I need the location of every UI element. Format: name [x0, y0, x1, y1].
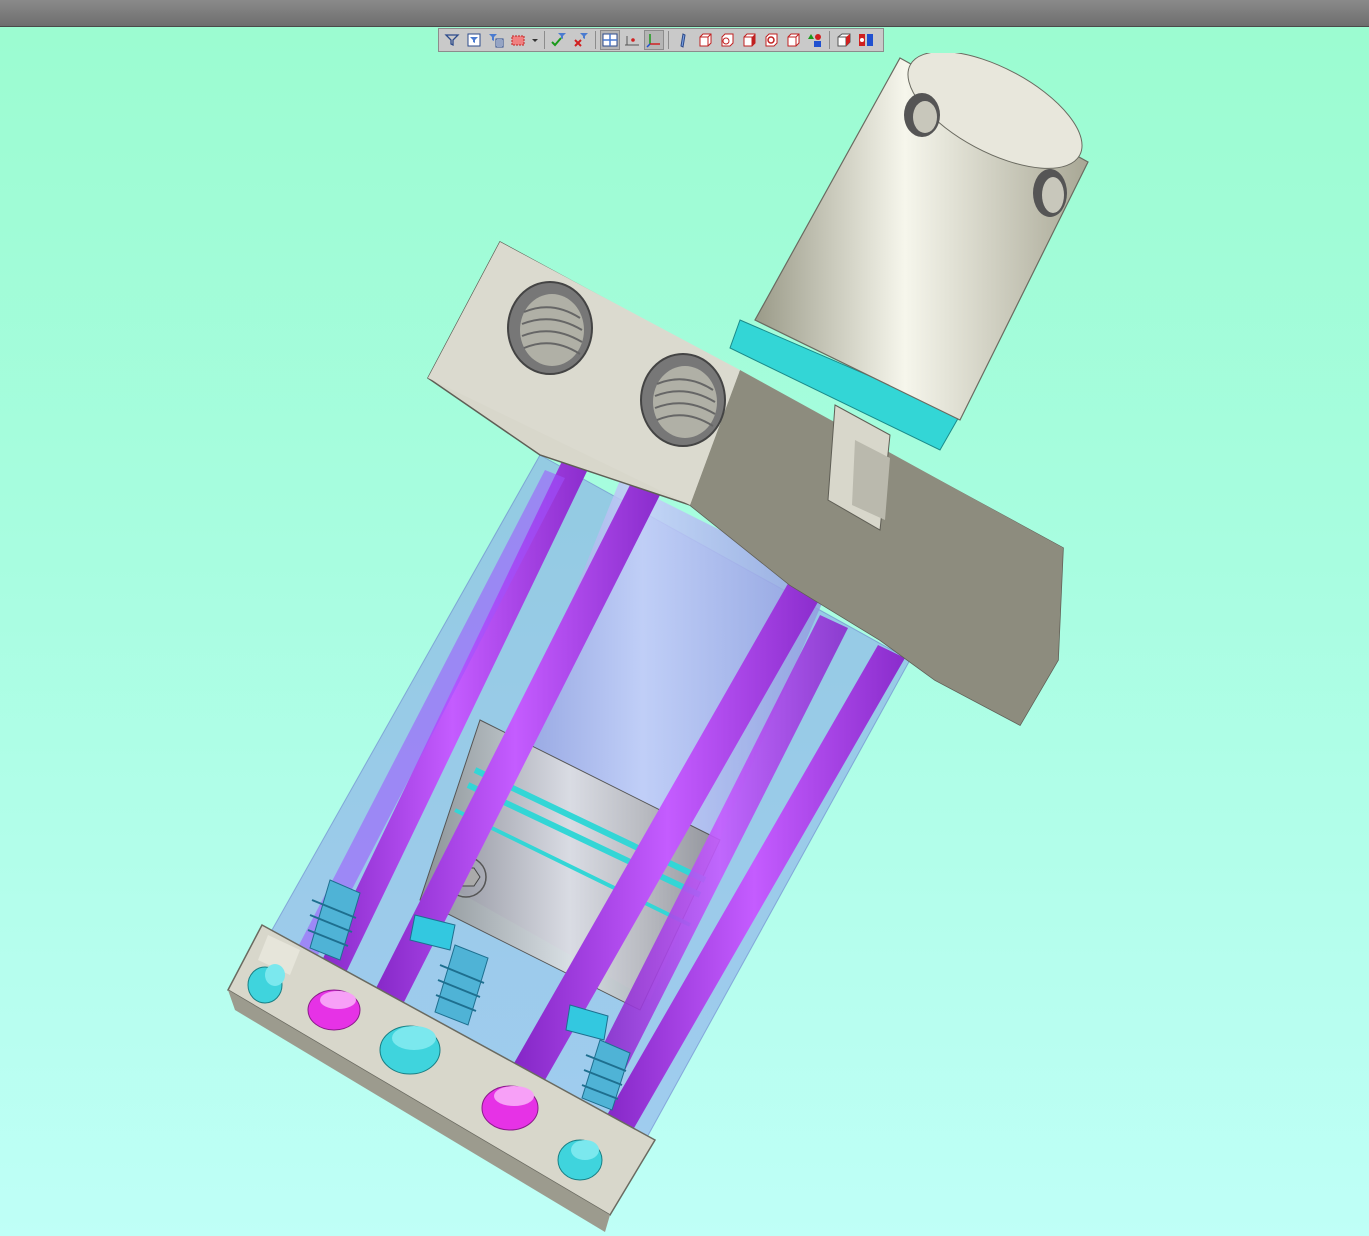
solid-body-icon[interactable] [695, 30, 715, 50]
rod-cross-hole-2[interactable] [1033, 169, 1067, 217]
toolbar-separator [829, 31, 830, 49]
filter-icon[interactable] [442, 30, 462, 50]
appearance-icon[interactable] [834, 30, 854, 50]
point-snap-icon[interactable] [622, 30, 642, 50]
toolbar-separator [544, 31, 545, 49]
selection-filter-toolbar [438, 28, 884, 52]
window-titlebar [0, 0, 1369, 27]
view-layout-icon[interactable] [600, 30, 620, 50]
shaded-cube-icon[interactable] [739, 30, 759, 50]
cap-screw-magenta-2[interactable] [481, 1085, 539, 1131]
cap-screw-magenta-1[interactable] [307, 989, 361, 1031]
selection-box-icon[interactable] [508, 30, 528, 50]
scene-settings-icon[interactable] [856, 30, 876, 50]
surface-body-icon[interactable] [717, 30, 737, 50]
accept-filter-icon[interactable] [549, 30, 569, 50]
cap-screw-cyan-2[interactable] [379, 1025, 441, 1075]
3d-model-viewport[interactable] [0, 53, 1369, 1236]
toolbar-separator [595, 31, 596, 49]
filter-list-icon[interactable] [486, 30, 506, 50]
triad-axes-icon[interactable] [644, 30, 664, 50]
clear-filter-icon[interactable] [571, 30, 591, 50]
cap-screw-cyan-3[interactable] [557, 1139, 603, 1181]
threaded-port-2[interactable] [640, 353, 726, 447]
wireframe-cube-icon[interactable] [783, 30, 803, 50]
filter-window-icon[interactable] [464, 30, 484, 50]
toolbar-separator [668, 31, 669, 49]
threaded-port-1[interactable] [507, 281, 593, 375]
primitives-icon[interactable] [805, 30, 825, 50]
rod-cross-hole-1[interactable] [904, 93, 940, 137]
sketch-plane-icon[interactable] [673, 30, 693, 50]
dropdown-arrow-icon[interactable] [530, 30, 540, 50]
hidden-lines-icon[interactable] [761, 30, 781, 50]
